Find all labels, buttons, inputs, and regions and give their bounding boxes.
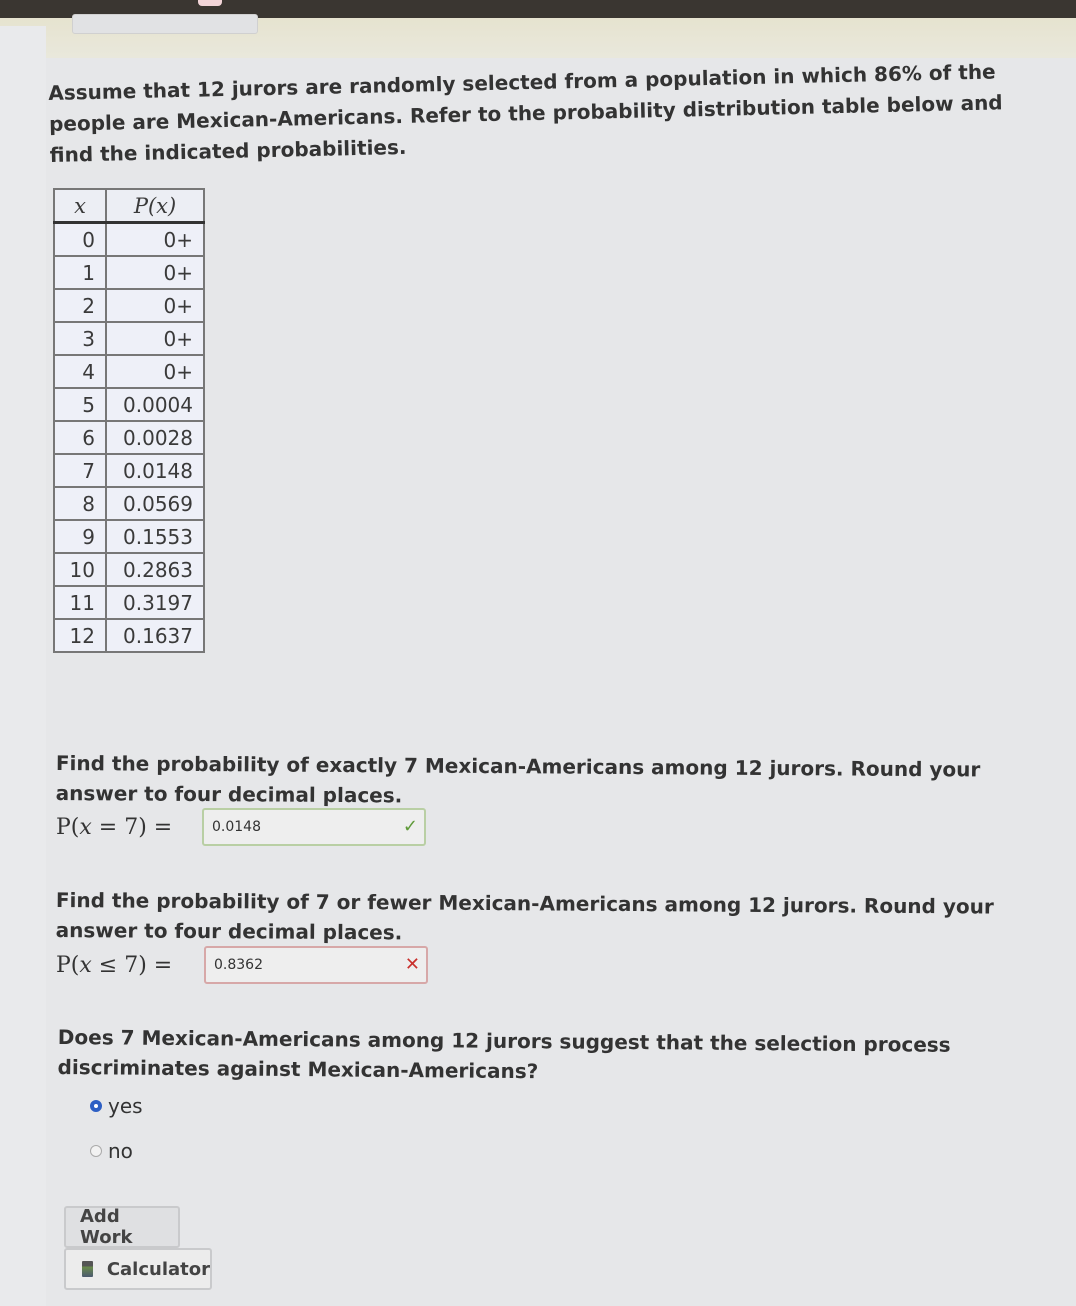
- problem-intro: Assume that 12 jurors are randomly selec…: [48, 59, 1003, 167]
- question-1-answer-input[interactable]: 0.0148 ✓: [202, 808, 426, 846]
- radio-option-yes[interactable]: yes: [90, 1094, 143, 1118]
- cell-x: 0: [53, 221, 107, 257]
- table-row: 1 0+: [53, 255, 205, 290]
- question-1-label: P(x = 7) =: [56, 815, 202, 840]
- table-header-row: x P(x): [53, 188, 205, 224]
- question-2-answer-row: P(x ≤ 7) = 0.8362 ✕: [56, 946, 428, 984]
- question-3-prompt: Does 7 Mexican-Americans among 12 jurors…: [57, 1024, 951, 1084]
- add-work-button[interactable]: Add Work: [64, 1206, 180, 1248]
- cell-probability: 0+: [105, 288, 205, 323]
- table-body: 0 0+ 1 0+ 2 0+ 3 0+ 4 0+ 5 0.0004 6 0.0028 7 0.0148 8 0.0…: [53, 221, 205, 653]
- cell-x: 10: [53, 552, 107, 587]
- table-row: 0 0+: [53, 221, 205, 257]
- calculator-label: Calculator: [106, 1258, 210, 1280]
- add-work-label: Add Work: [80, 1206, 133, 1248]
- cell-probability: 0.0028: [105, 420, 205, 455]
- tab-badge: [198, 0, 222, 6]
- cell-probability: 0.0569: [105, 486, 205, 521]
- cell-x: 7: [53, 453, 107, 488]
- cell-probability: 0.0148: [105, 453, 205, 488]
- calculator-icon: [82, 1261, 93, 1277]
- answer-value: 0.0148: [212, 819, 261, 835]
- cell-x: 3: [53, 321, 107, 356]
- header-x: x: [53, 188, 107, 224]
- cell-probability: 0.0004: [105, 387, 205, 422]
- radio-label-no: no: [108, 1139, 133, 1163]
- header-tab[interactable]: [72, 14, 258, 34]
- label-prefix: P(: [56, 814, 80, 840]
- cell-x: 1: [53, 255, 107, 290]
- table-row: 2 0+: [53, 288, 205, 323]
- question-1-prompt: Find the probability of exactly 7 Mexica…: [55, 750, 981, 808]
- cell-x: 8: [53, 486, 107, 521]
- cell-x: 5: [53, 387, 107, 422]
- table-row: 12 0.1637: [53, 618, 205, 653]
- label-suffix: = 7) =: [91, 814, 173, 840]
- cell-probability: 0+: [105, 354, 205, 389]
- cell-probability: 0.1637: [105, 618, 205, 653]
- table-row: 3 0+: [53, 321, 205, 356]
- table-row: 10 0.2863: [53, 552, 205, 587]
- cell-x: 4: [53, 354, 107, 389]
- cell-probability: 0.3197: [105, 585, 205, 620]
- cell-probability: 0+: [105, 255, 205, 290]
- question-1-answer-row: P(x = 7) = 0.0148 ✓: [56, 808, 426, 846]
- radio-selected-icon[interactable]: [90, 1100, 102, 1112]
- table-row: 4 0+: [53, 354, 205, 389]
- label-suffix: ≤ 7) =: [91, 952, 173, 978]
- cell-probability: 0.1553: [105, 519, 205, 554]
- label-prefix: P(: [56, 952, 80, 978]
- probability-distribution-table: x P(x) 0 0+ 1 0+ 2 0+ 3 0+ 4 0+ 5 0.0004 6 0.0028 7 0.0…: [53, 188, 205, 653]
- label-variable: x: [79, 814, 92, 840]
- cell-probability: 0.2863: [105, 552, 205, 587]
- question-2-label: P(x ≤ 7) =: [56, 953, 202, 978]
- cell-x: 6: [53, 420, 107, 455]
- question-2-prompt: Find the probability of 7 or fewer Mexic…: [55, 887, 994, 945]
- question-2-answer-input[interactable]: 0.8362 ✕: [204, 946, 428, 984]
- header-px: P(x): [105, 188, 205, 224]
- radio-unselected-icon[interactable]: [90, 1145, 102, 1157]
- cell-x: 9: [53, 519, 107, 554]
- x-mark-icon: ✕: [404, 954, 420, 975]
- table-row: 11 0.3197: [53, 585, 205, 620]
- table-row: 7 0.0148: [53, 453, 205, 488]
- cell-probability: 0+: [105, 221, 205, 257]
- radio-label-yes: yes: [108, 1094, 143, 1118]
- left-margin: [0, 26, 46, 1306]
- table-row: 8 0.0569: [53, 486, 205, 521]
- radio-option-no[interactable]: no: [90, 1139, 133, 1163]
- cell-x: 12: [53, 618, 107, 653]
- calculator-button[interactable]: Calculator: [64, 1248, 212, 1290]
- answer-value: 0.8362: [214, 957, 263, 973]
- label-variable: x: [79, 952, 92, 978]
- table-row: 6 0.0028: [53, 420, 205, 455]
- cell-x: 2: [53, 288, 107, 323]
- cell-probability: 0+: [105, 321, 205, 356]
- checkmark-icon: ✓: [402, 816, 418, 837]
- table-row: 9 0.1553: [53, 519, 205, 554]
- cell-x: 11: [53, 585, 107, 620]
- table-row: 5 0.0004: [53, 387, 205, 422]
